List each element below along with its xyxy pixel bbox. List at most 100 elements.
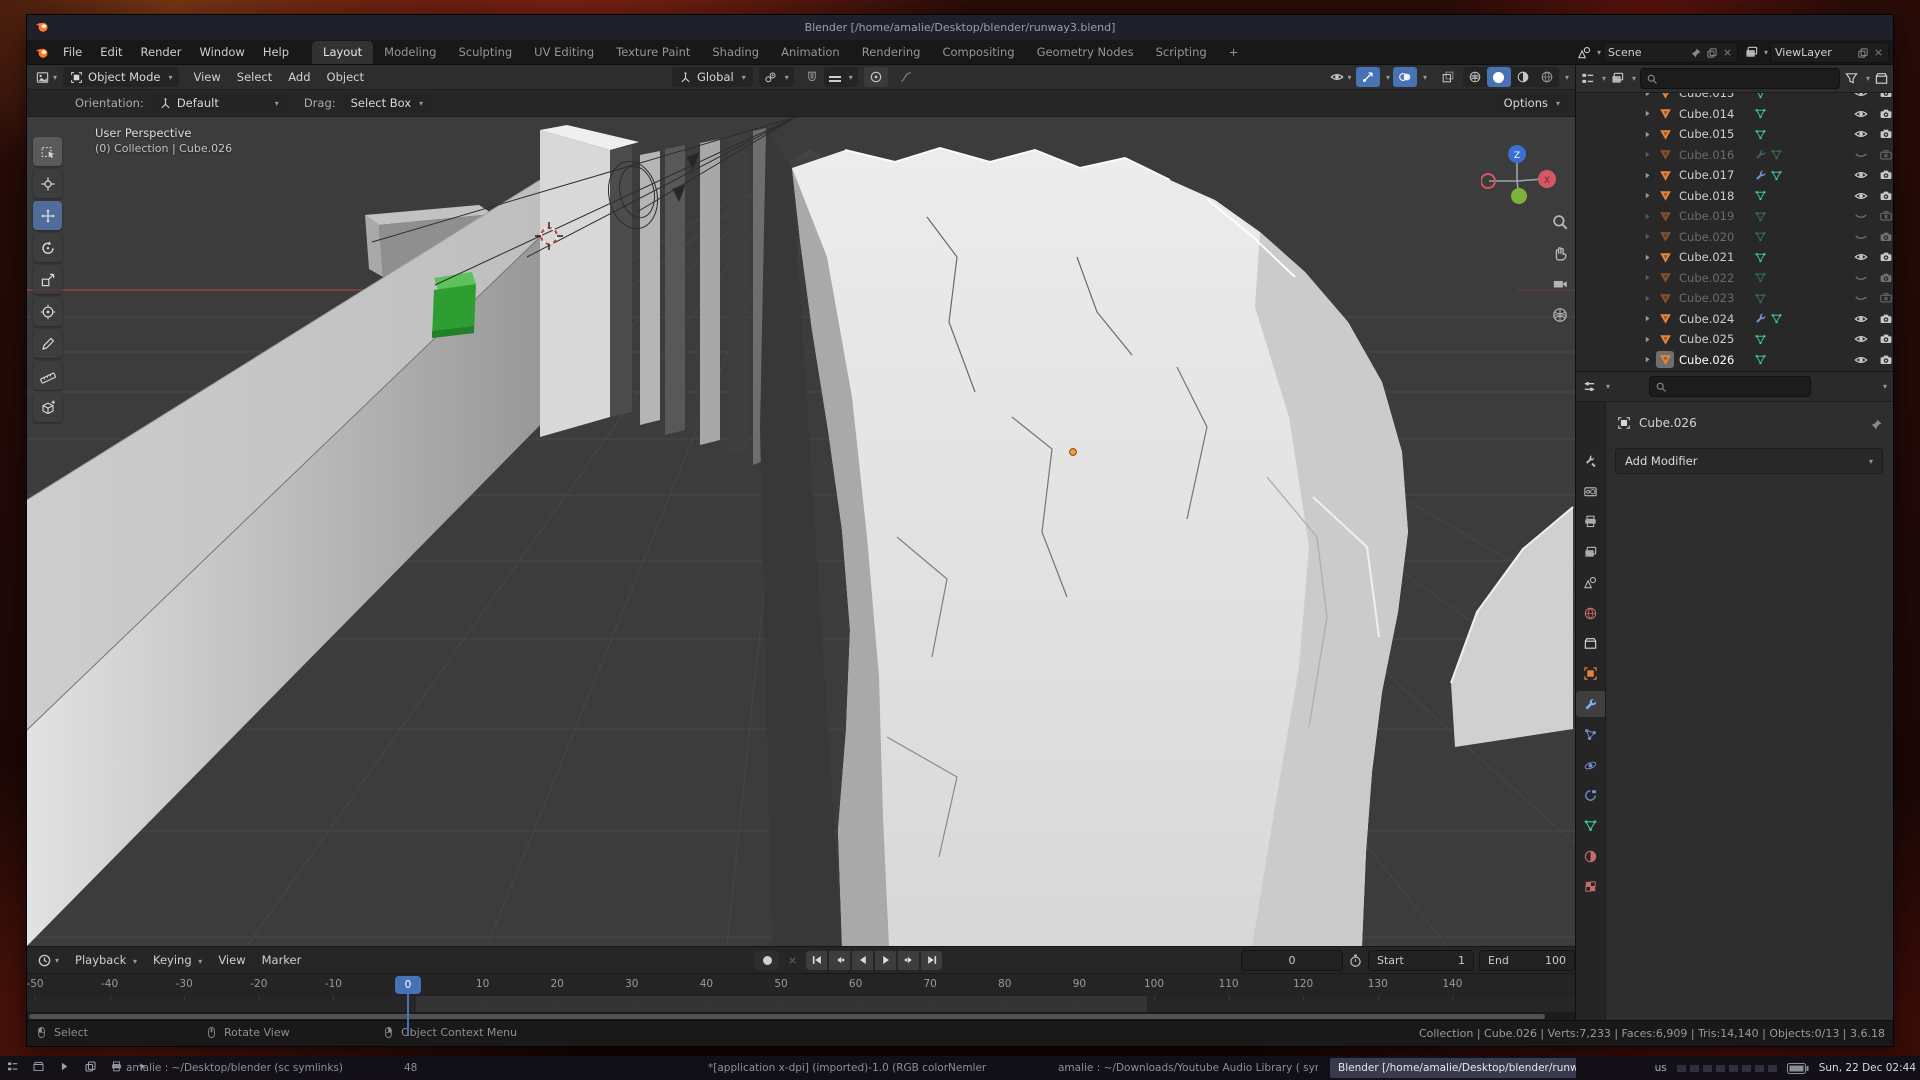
pan-hand-icon[interactable] [1551,244,1569,262]
viewport-menu-add[interactable]: Add [280,67,318,87]
properties-tab-texture[interactable] [1576,874,1605,900]
camera-disabled-icon[interactable] [1879,291,1893,305]
outliner-row[interactable]: Cube.020 [1576,227,1893,248]
outliner-row[interactable]: Cube.014 [1576,104,1893,125]
viewport-canvas[interactable]: User Perspective (0) Collection | Cube.0… [27,117,1575,946]
taskbar-window-button[interactable]: *[application x-dpi] (imported)-1.0 (RGB… [700,1058,952,1078]
expand-arrow-icon[interactable] [1642,252,1653,263]
orientation-setting-dropdown[interactable]: Default ▾ [152,93,286,113]
chevron-down-icon[interactable]: ▾ [53,73,57,82]
eye-closed-icon[interactable] [1854,271,1868,285]
orientation-dropdown[interactable]: Global ▾ [672,67,753,87]
material-shading-button[interactable] [1511,67,1535,87]
chevron-down-icon[interactable]: ▾ [1883,382,1887,391]
pivot-dropdown[interactable]: ▾ [759,67,794,87]
chevron-down-icon[interactable]: ▾ [1602,74,1606,83]
eye-open-icon[interactable] [1854,353,1868,367]
timeline-menu-playback[interactable]: Playback ▾ [67,950,145,970]
workspace-tab-rendering[interactable]: Rendering [851,41,932,64]
chevron-down-icon[interactable]: ▾ [1565,73,1569,82]
right-sail-object[interactable] [1451,507,1573,747]
camera-disabled-icon[interactable] [1879,148,1893,162]
chevron-down-icon[interactable]: ▾ [1597,48,1601,57]
workspace-tab-scripting[interactable]: Scripting [1145,41,1218,64]
menu-edit[interactable]: Edit [91,42,131,62]
eye-open-icon[interactable] [1854,93,1868,100]
outliner-row[interactable]: Cube.016 [1576,145,1893,166]
expand-arrow-icon[interactable] [1642,272,1653,283]
terminal-icon[interactable] [32,1060,45,1073]
window-titlebar[interactable]: Blender [/home/amalie/Desktop/blender/ru… [27,15,1893,40]
playhead[interactable]: 0 [395,976,421,994]
workspace-tab-geometry-nodes[interactable]: Geometry Nodes [1026,41,1145,64]
jump-start-button[interactable] [806,951,827,970]
copy-icon[interactable] [1857,47,1869,59]
workspace-tab-shading[interactable]: Shading [701,41,770,64]
chevron-down-icon[interactable]: ▾ [55,956,59,965]
viewlayer-browse-icon[interactable] [1744,45,1759,60]
filter-funnel-icon[interactable] [1844,71,1859,86]
proportional-edit-toggle[interactable] [864,67,888,87]
green-cube[interactable] [432,272,476,338]
snap-with-dropdown[interactable]: ▾ [824,67,858,87]
expand-arrow-icon[interactable] [1642,334,1653,345]
timeline-menu-marker[interactable]: Marker [254,950,310,970]
camera-render-icon[interactable] [1879,312,1893,326]
properties-tab-view-layer[interactable] [1576,539,1605,565]
camera-render-icon[interactable] [1879,93,1893,100]
viewport-menu-object[interactable]: Object [319,67,372,87]
outliner-row[interactable]: Cube.025 [1576,329,1893,350]
chevron-down-icon[interactable]: ▾ [1386,73,1390,82]
eye-closed-icon[interactable] [1854,148,1868,162]
gizmos-toggle[interactable] [1356,67,1380,87]
stopwatch-icon[interactable] [1348,953,1363,968]
options-button[interactable]: Options ▾ [1497,93,1567,113]
menu-icon[interactable] [6,1060,19,1073]
workspace-tab-texture-paint[interactable]: Texture Paint [605,41,701,64]
end-frame-field[interactable]: End100 [1479,950,1575,971]
expand-arrow-icon[interactable] [1642,211,1653,222]
chevron-down-icon[interactable]: ▾ [1764,48,1768,57]
add-cube-tool[interactable] [33,393,62,422]
transform-tool[interactable] [33,297,62,326]
expand-arrow-icon[interactable] [1642,231,1653,242]
prev-keyframe-button[interactable] [829,951,850,970]
taskbar-window-button[interactable]: Nemler [940,1058,994,1078]
expand-arrow-icon[interactable] [1642,313,1653,324]
taskbar-window-button[interactable]: amalie : ~/Desktop/blender (sc symlinks) [118,1058,351,1078]
outliner-row[interactable]: Cube.023 [1576,288,1893,309]
timeline-scrollbar[interactable] [27,1012,1575,1020]
rotate-tool[interactable] [33,233,62,262]
expand-arrow-icon[interactable] [1642,93,1653,99]
scene-selector[interactable]: Scene [1603,42,1738,63]
editor-type-icon[interactable] [35,70,50,85]
outliner-row[interactable]: Cube.013 [1576,93,1893,104]
properties-tab-tool[interactable] [1576,448,1605,474]
timeline-ruler[interactable]: 0 -50-40-30-20-1010203040506070809010011… [27,973,1575,996]
menu-help[interactable]: Help [254,42,298,62]
eye-open-icon[interactable] [1854,107,1868,121]
properties-tab-collection[interactable] [1576,630,1605,656]
viewlayer-selector[interactable]: ViewLayer [1770,42,1889,63]
scale-tool[interactable] [33,265,62,294]
mode-dropdown[interactable]: Object Mode ▾ [63,67,179,87]
camera-render-icon[interactable] [1879,107,1893,121]
camera-render-icon[interactable] [1879,230,1893,244]
run-icon[interactable] [58,1060,71,1073]
current-frame-field[interactable]: 0 [1241,950,1343,971]
measure-tool[interactable] [33,361,62,390]
workspace-tab-layout[interactable]: Layout [312,41,373,64]
camera-render-icon[interactable] [1879,127,1893,141]
select-box-tool[interactable] [33,137,62,166]
copy-icon[interactable] [1706,47,1718,59]
taskbar-clock[interactable]: Sun, 22 Dec 02:44 [1819,1062,1916,1074]
properties-editor-type-icon[interactable] [1582,379,1597,394]
workspace-tab-compositing[interactable]: Compositing [931,41,1025,64]
snap-toggle[interactable] [800,67,824,87]
eye-closed-icon[interactable] [1854,230,1868,244]
chevron-down-icon[interactable]: ▾ [1606,382,1610,391]
outliner-filter-photos-icon[interactable] [1610,71,1625,86]
outliner-row[interactable]: Cube.015 [1576,124,1893,145]
menu-render[interactable]: Render [132,42,191,62]
timeline-menu-keying[interactable]: Keying ▾ [145,950,210,970]
